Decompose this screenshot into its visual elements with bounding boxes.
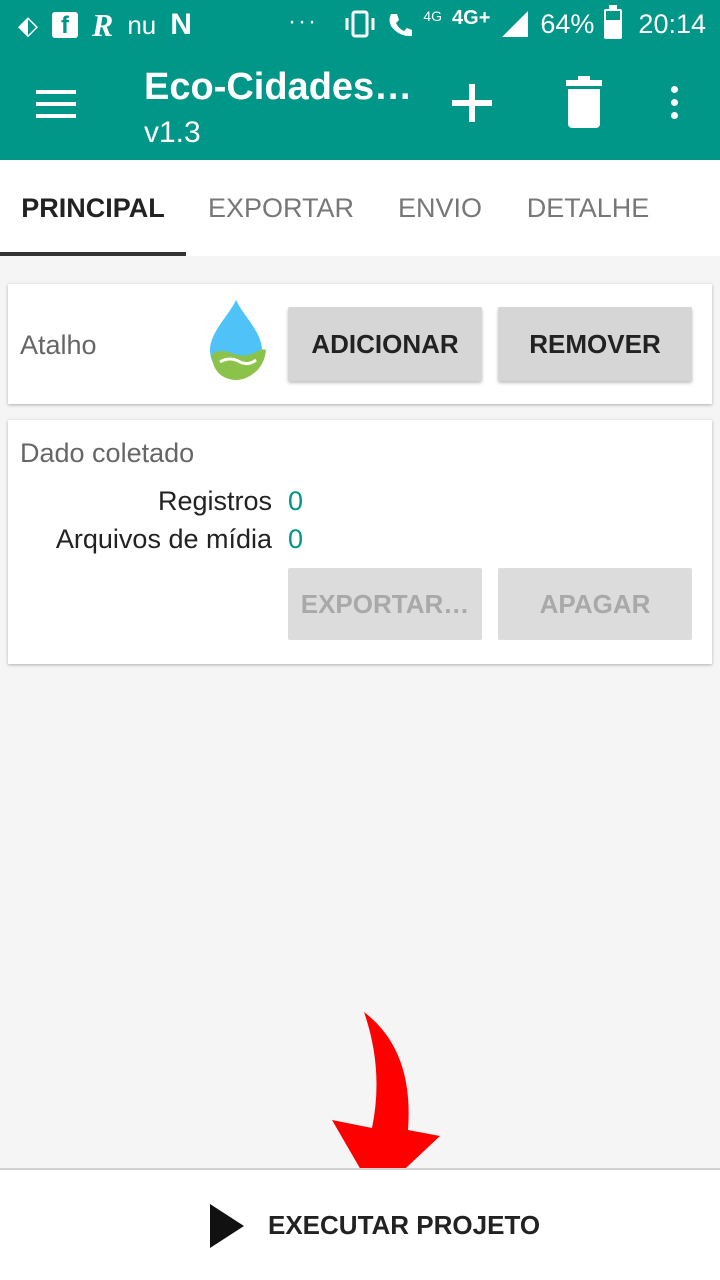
network-small-label: 4G (423, 8, 443, 24)
clock: 20:14 (638, 8, 706, 39)
execute-project-label: EXECUTAR PROJETO (268, 1210, 541, 1240)
n-icon: N (170, 8, 192, 41)
vibrate-icon (345, 10, 375, 38)
status-right: 4G 4G+ 64% 20:14 (343, 4, 706, 44)
collected-data-card: Dado coletado Registros 0 Arquivos de mí… (8, 420, 712, 664)
nu-icon: nu (127, 9, 157, 40)
overflow-dots: ··· (288, 8, 318, 35)
add-shortcut-button[interactable]: ADICIONAR (288, 307, 482, 381)
facebook-icon: f (52, 12, 78, 39)
wifi-call-icon (389, 14, 413, 37)
r-icon: R (92, 6, 114, 43)
app-bar: Eco-Cidades… v1.3 (0, 50, 720, 160)
records-label: Registros (157, 486, 272, 516)
export-button[interactable]: EXPORTAR… (288, 568, 482, 640)
delete-button[interactable]: APAGAR (498, 568, 692, 640)
battery-percent: 64% (540, 8, 595, 39)
add-icon[interactable] (449, 72, 495, 132)
media-files-label: Arquivos de mídia (55, 524, 272, 554)
app-title: Eco-Cidades… (144, 66, 413, 108)
tab-envio[interactable]: ENVIO (376, 160, 504, 256)
execute-project-bar[interactable]: EXECUTAR PROJETO (0, 1168, 720, 1280)
tab-bar: PRINCIPAL EXPORTAR ENVIO DETALHE (0, 160, 720, 256)
records-value: 0 (288, 486, 304, 516)
collected-data-title: Dado coletado (20, 438, 195, 468)
status-bar: ⬖ f R nu N ··· 4G 4G+ 64% 20:14 (0, 0, 720, 50)
shortcut-card: Atalho ADICIONAR REMOVER (8, 284, 712, 404)
battery-icon (604, 5, 623, 39)
tab-exportar[interactable]: EXPORTAR (186, 160, 376, 256)
app-version: v1.3 (144, 116, 201, 149)
tab-detalhe[interactable]: DETALHE (504, 160, 672, 256)
more-options-icon[interactable] (671, 86, 681, 125)
remove-shortcut-button[interactable]: REMOVER (498, 307, 692, 381)
bb-icon: ⬖ (18, 9, 38, 40)
signal-icon (502, 11, 529, 37)
network-label: 4G+ (452, 6, 491, 29)
menu-icon[interactable] (36, 90, 76, 120)
water-drop-hand-icon (210, 300, 266, 380)
shortcut-label: Atalho (20, 330, 97, 360)
play-icon (210, 1204, 244, 1248)
tab-principal[interactable]: PRINCIPAL (0, 160, 186, 256)
notification-icons: ⬖ f R nu N (18, 6, 192, 44)
media-files-value: 0 (288, 524, 304, 554)
trash-icon[interactable] (566, 76, 602, 130)
